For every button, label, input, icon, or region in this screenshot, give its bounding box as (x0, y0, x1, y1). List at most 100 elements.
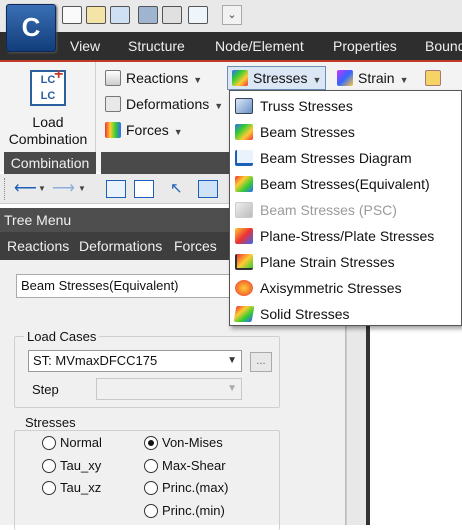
strain-icon (337, 70, 353, 86)
undo-arrow-icon[interactable]: ⟵ (14, 180, 37, 198)
toolbar-grip[interactable] (4, 178, 7, 200)
plane-strain-icon (235, 254, 253, 270)
radio-indicator (144, 459, 158, 473)
beam-detail-button[interactable]: Be (425, 67, 462, 108)
menu-item-label: Solid Stresses (260, 306, 350, 322)
tab-boundary[interactable]: Bound (425, 32, 462, 60)
menu-item-truss-stresses[interactable]: Truss Stresses (230, 93, 461, 119)
stresses-button[interactable]: Stresses ▼ (227, 66, 327, 90)
radio-normal-label: Normal (60, 435, 102, 450)
reactions-button[interactable]: Reactions ▼ (105, 67, 202, 89)
tab-forces[interactable]: Forces (174, 232, 217, 260)
load-case-more-button[interactable]: ... (250, 352, 272, 372)
load-combination-label: Load Combination (0, 114, 96, 148)
radio-indicator (42, 436, 56, 450)
zoom-window-icon[interactable] (198, 180, 218, 198)
menu-item-beam-stresses[interactable]: Beam Stresses (230, 119, 461, 145)
menu-item-label: Plane-Stress/Plate Stresses (260, 228, 435, 244)
open-web-icon[interactable] (110, 6, 130, 24)
select-elements-icon[interactable] (134, 180, 154, 198)
redo-arrow-icon[interactable]: ⟶ (52, 180, 75, 198)
radio-tau-xz-label: Tau_xz (60, 480, 102, 495)
print-icon[interactable] (162, 6, 182, 24)
menu-bar: View Structure Node/Element Properties B… (0, 32, 462, 60)
tab-deformations[interactable]: Deformations (79, 232, 162, 260)
load-case-value: ST: MVmaxDFCC175 (33, 353, 158, 368)
menu-item-label: Beam Stresses (PSC) (260, 202, 397, 218)
step-label: Step (32, 382, 59, 397)
new-file-icon[interactable] (62, 6, 82, 24)
menu-item-label: Beam Stresses Diagram (260, 150, 412, 166)
menu-item-label: Plane Strain Stresses (260, 254, 395, 270)
open-folder-icon[interactable] (86, 6, 106, 24)
strain-label: Strain (358, 70, 395, 86)
forces-button[interactable]: Forces ▼ (105, 119, 183, 141)
tree-menu-title: Tree Menu (0, 208, 230, 232)
load-combination-button[interactable]: LC LC + Load Combination (0, 62, 96, 150)
beam-detail-icon (425, 70, 441, 86)
tab-view[interactable]: View (70, 32, 100, 60)
menu-item-beam-stresses-diagram[interactable]: Beam Stresses Diagram (230, 145, 461, 171)
radio-indicator (144, 504, 158, 518)
combination-group: LC LC + Load Combination Combination (0, 62, 96, 174)
customize-quick-access-button[interactable]: ⌄ (222, 5, 242, 25)
forces-label: Forces (126, 122, 169, 138)
app-logo[interactable]: C (6, 4, 56, 52)
strain-button[interactable]: Strain ▼ (337, 67, 409, 89)
radio-princ-max[interactable]: Princ.(max) (144, 480, 228, 496)
solid-stress-icon (233, 306, 255, 322)
tab-properties[interactable]: Properties (333, 32, 397, 60)
beam-diagram-icon (235, 150, 253, 166)
deformations-icon (105, 96, 121, 112)
step-select[interactable]: ▼ (96, 378, 242, 400)
select-window-icon[interactable] (106, 180, 126, 198)
menu-item-label: Beam Stresses(Equivalent) (260, 176, 430, 192)
reactions-label: Reactions (126, 70, 189, 86)
chevron-down-icon: ▼ (227, 383, 237, 394)
radio-tau-xy-label: Tau_xy (60, 458, 102, 473)
stresses-group-label: Stresses (22, 415, 79, 430)
chevron-down-icon: ⌄ (227, 9, 237, 21)
radio-max-shear[interactable]: Max-Shear (144, 458, 226, 474)
menu-item-plane-strain-stresses[interactable]: Plane Strain Stresses (230, 249, 461, 275)
radio-von-mises-label: Von-Mises (162, 435, 223, 450)
menu-item-plate-stresses[interactable]: Plane-Stress/Plate Stresses (230, 223, 461, 249)
save-icon[interactable] (138, 6, 158, 24)
radio-tau-xy[interactable]: Tau_xy (42, 458, 101, 474)
radio-princ-min[interactable]: Princ.(min) (144, 503, 225, 519)
tab-node-element[interactable]: Node/Element (215, 32, 304, 60)
menu-item-solid-stresses[interactable]: Solid Stresses (230, 301, 461, 327)
radio-princ-max-label: Princ.(max) (162, 480, 229, 495)
secondary-toolbar: ⟵ ▼ ⟶ ▼ ↖ (0, 174, 230, 204)
plus-icon: + (54, 66, 64, 83)
deformations-button[interactable]: Deformations ▼ (105, 93, 223, 115)
radio-von-mises[interactable]: Von-Mises (144, 435, 223, 451)
menu-item-label: Axisymmetric Stresses (260, 280, 402, 296)
radio-indicator (42, 459, 56, 473)
chevron-down-icon[interactable]: ▼ (78, 184, 86, 193)
radio-tau-xz[interactable]: Tau_xz (42, 480, 101, 496)
load-case-select[interactable]: ST: MVmaxDFCC175 ▼ (28, 350, 242, 372)
truss-stress-icon (235, 98, 253, 114)
print-preview-icon[interactable] (188, 6, 208, 24)
menu-item-beam-stresses-equivalent[interactable]: Beam Stresses(Equivalent) (230, 171, 461, 197)
combination-group-label: Combination (4, 152, 96, 174)
chevron-down-icon: ▼ (214, 101, 224, 111)
menu-item-beam-stresses-psc: Beam Stresses (PSC) (230, 197, 461, 223)
load-combination-label-line2: Combination (8, 131, 88, 147)
radio-princ-min-label: Princ.(min) (162, 503, 225, 518)
beam-stress-icon (235, 124, 253, 140)
quick-access-toolbar: ⌄ (0, 0, 462, 32)
reactions-icon (105, 70, 121, 86)
chevron-down-icon: ▼ (399, 75, 409, 85)
chevron-down-icon[interactable]: ▼ (38, 184, 46, 193)
menu-item-label: Beam Stresses (260, 124, 355, 140)
stresses-label: Stresses (253, 70, 308, 86)
tab-structure[interactable]: Structure (128, 32, 185, 60)
tab-reactions[interactable]: Reactions (7, 232, 69, 260)
radio-normal[interactable]: Normal (42, 435, 102, 451)
chevron-down-icon: ▼ (227, 355, 237, 366)
pointer-select-icon[interactable]: ↖ (170, 180, 190, 198)
menu-item-axisymmetric-stresses[interactable]: Axisymmetric Stresses (230, 275, 461, 301)
forces-icon (105, 122, 121, 138)
